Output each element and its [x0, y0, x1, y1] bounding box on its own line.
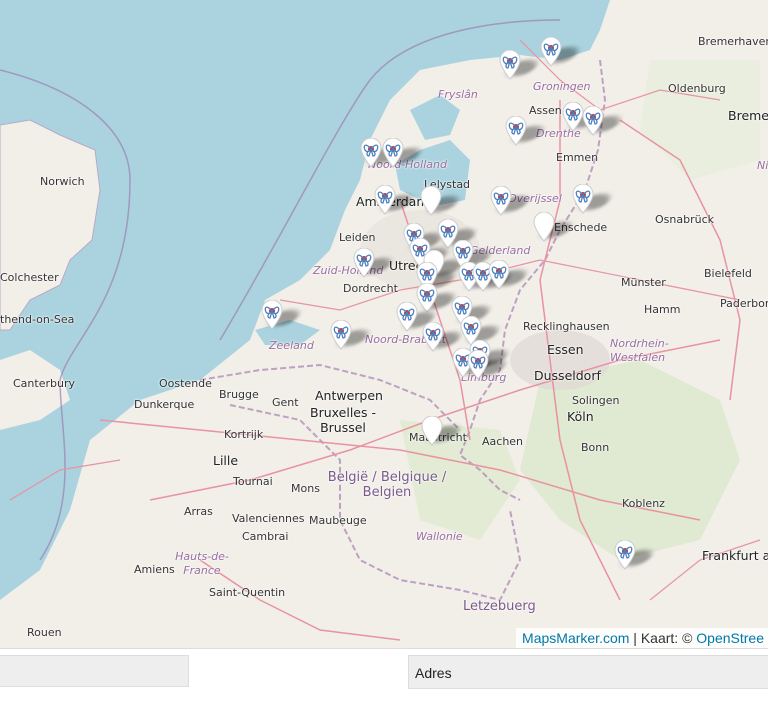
city-label: Leiden	[339, 231, 376, 244]
city-label: Antwerpen	[315, 388, 383, 403]
city-label: thend-on-Sea	[0, 313, 75, 326]
map-marker-pin[interactable]	[467, 350, 510, 380]
city-label: Assen	[529, 104, 562, 117]
left-input[interactable]	[0, 655, 189, 687]
city-label: Arras	[184, 505, 213, 518]
map-marker-pin[interactable]	[374, 185, 417, 215]
map-marker-pin[interactable]	[499, 50, 542, 80]
city-label: Mons	[291, 482, 320, 495]
city-label: Köln	[567, 409, 594, 424]
city-label: Valenciennes	[232, 512, 305, 525]
map-marker-pin[interactable]	[416, 283, 459, 313]
city-label: Brugge	[219, 388, 259, 401]
city-label: Dusseldorf	[534, 368, 601, 383]
region-label: Hauts-de-France	[175, 550, 229, 577]
map-marker-pin[interactable]	[396, 302, 439, 332]
map-marker-pin[interactable]	[421, 416, 464, 446]
city-label: Dunkerque	[134, 398, 195, 411]
map-marker-pin[interactable]	[261, 300, 304, 330]
city-label: Amiens	[134, 563, 175, 576]
map-marker-pin[interactable]	[562, 102, 605, 132]
city-label: Solingen	[572, 394, 620, 407]
map-marker-pin[interactable]	[420, 186, 463, 216]
city-label: Bielefeld	[704, 267, 752, 280]
map-marker-pin[interactable]	[353, 248, 396, 278]
city-label: Koblenz	[622, 497, 665, 510]
map-basemap	[0, 0, 768, 648]
map-marker-pin[interactable]	[382, 138, 425, 168]
map-marker-pin[interactable]	[533, 212, 576, 242]
city-label: Emmen	[556, 151, 599, 164]
city-label: Bremen	[728, 108, 768, 123]
region-label: Niedersachsen	[757, 159, 768, 172]
city-label: Bremerhaven	[698, 35, 768, 48]
city-label: Oostende	[159, 377, 212, 390]
address-field[interactable]: Adres	[408, 655, 768, 689]
city-label: Recklinghausen	[523, 320, 610, 333]
map-marker-pin[interactable]	[422, 322, 465, 352]
country-label: Letzebuerg	[463, 599, 536, 614]
map-marker-pin[interactable]	[490, 186, 533, 216]
map-marker-pin[interactable]	[505, 116, 548, 146]
city-label: Bruxelles - Brussel	[310, 405, 376, 435]
city-label: Maubeuge	[309, 514, 367, 527]
region-label: Wallonie	[416, 530, 463, 543]
city-label: Rouen	[27, 626, 62, 639]
region-label: Groningen	[533, 80, 591, 93]
form-bar: Adres	[0, 648, 768, 705]
region-label: Zeeland	[269, 339, 314, 352]
city-label: Osnabrück	[655, 213, 714, 226]
city-label: Lille	[213, 453, 239, 468]
city-label: Gent	[272, 396, 299, 409]
city-label: Saint-Quentin	[209, 586, 286, 599]
city-label: Paderborn	[720, 297, 768, 310]
city-label: Bonn	[581, 441, 610, 454]
city-label: Hamm	[644, 303, 681, 316]
country-label: België / Belgique / Belgien	[327, 470, 447, 500]
map-marker-pin[interactable]	[360, 138, 403, 168]
attribution-text: | Kaart: ©	[629, 630, 697, 646]
region-label: Nordrhein-Westfalen	[610, 337, 669, 364]
city-label: Colchester	[0, 271, 59, 284]
city-label: Norwich	[40, 175, 85, 188]
map-marker-pin[interactable]	[330, 320, 373, 350]
map-marker-pin[interactable]	[614, 540, 657, 570]
city-label: Oldenburg	[668, 82, 726, 95]
map-marker-pin[interactable]	[582, 106, 625, 136]
city-label: Essen	[547, 342, 584, 357]
city-label: Cambrai	[242, 530, 289, 543]
openstreetmap-link[interactable]: OpenStree	[696, 630, 764, 646]
city-label: Tournai	[233, 475, 273, 488]
city-label: Dordrecht	[343, 282, 398, 295]
region-label: Fryslân	[438, 88, 478, 101]
city-label: Kortrijk	[224, 428, 264, 441]
city-label: Canterbury	[13, 377, 75, 390]
map-view[interactable]: Bremerhaven Oldenburg Bremen Groningen A…	[0, 0, 768, 648]
map-attribution: MapsMarker.com | Kaart: © OpenStree	[516, 628, 768, 648]
mapsmarker-link[interactable]: MapsMarker.com	[522, 630, 629, 646]
city-label: Münster	[621, 276, 666, 289]
city-label: Aachen	[482, 435, 524, 448]
map-marker-pin[interactable]	[488, 260, 531, 290]
city-label: Frankfurt am Main	[702, 548, 768, 563]
map-marker-pin[interactable]	[572, 184, 615, 214]
map-marker-pin[interactable]	[540, 37, 583, 67]
